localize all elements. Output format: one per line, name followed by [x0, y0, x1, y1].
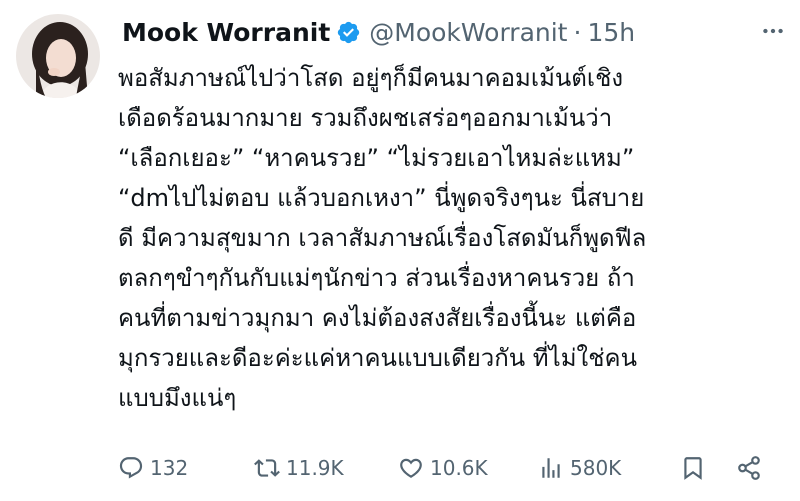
separator-dot: · — [573, 17, 582, 47]
reply-icon — [118, 455, 144, 481]
like-button[interactable]: 10.6K — [398, 455, 488, 481]
retweet-icon — [254, 455, 280, 481]
tweet-text-line: คนที่ตามข่าวมุกมา คงไม่ต้องสงสัยเรื่องนี… — [118, 304, 637, 332]
tweet-text-line: “เลือกเยอะ” “หาคนรวย” “ไม่รวยเอาไหมล่ะแห… — [118, 144, 635, 172]
bookmark-button[interactable] — [680, 455, 706, 481]
tweet-text-line: ดี มีความสุขมาก เวลาสัมภาษณ์เรื่องโสดมัน… — [118, 224, 647, 252]
views-button[interactable]: 580K — [538, 455, 621, 481]
tweet-text-line: แบบมึงแน่ๆ — [118, 384, 237, 412]
retweet-button[interactable]: 11.9K — [254, 455, 344, 481]
action-bar: 132 11.9K 10.6K 580K — [118, 448, 780, 488]
avatar-photo — [16, 14, 100, 98]
tweet-text-line: เดือดร้อนมากมาย รวมถึงผชเสร่อๆออกมาเม้นว… — [118, 104, 613, 132]
tweet-text-line: “dmไปไม่ตอบ แล้วบอกเหงา” นี่พูดจริงๆนะ น… — [118, 184, 645, 212]
tweet-header: Mook Worranit @MookWorranit · 15h — [122, 14, 635, 50]
heart-icon — [398, 455, 424, 481]
reply-button[interactable]: 132 — [118, 455, 188, 481]
verified-badge-icon — [336, 20, 361, 45]
reply-count: 132 — [150, 456, 189, 480]
avatar[interactable] — [16, 14, 100, 98]
bookmark-icon — [680, 455, 706, 481]
tweet: Mook Worranit @MookWorranit · 15h พอสัมภ… — [0, 0, 800, 501]
more-dots-icon[interactable] — [756, 16, 790, 46]
retweet-count: 11.9K — [286, 456, 344, 480]
share-button[interactable] — [736, 455, 762, 481]
views-bar-chart-icon — [538, 455, 564, 481]
display-name[interactable]: Mook Worranit — [122, 18, 330, 47]
tweet-text-line: ตลกๆขำๆกันกับแม่ๆนักข่าว ส่วนเรื่องหาคนร… — [118, 264, 635, 292]
share-icon — [736, 455, 762, 481]
like-count: 10.6K — [430, 456, 488, 480]
tweet-text-line: มุกรวยและดีอะค่ะแค่หาคนแบบเดียวกัน ที่ไม… — [118, 344, 637, 372]
timestamp[interactable]: 15h — [587, 18, 635, 47]
tweet-text-line: พอสัมภาษณ์ไปว่าโสด อยู่ๆก็มีคนมาคอมเม้นต… — [118, 64, 624, 92]
views-count: 580K — [570, 456, 622, 480]
tweet-text: พอสัมภาษณ์ไปว่าโสด อยู่ๆก็มีคนมาคอมเม้นต… — [118, 58, 790, 418]
handle[interactable]: @MookWorranit — [369, 18, 567, 47]
